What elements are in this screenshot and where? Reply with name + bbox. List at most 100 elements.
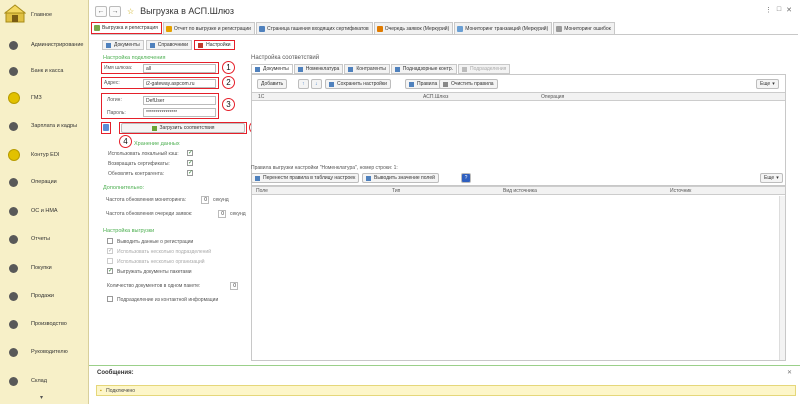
sidebar-item-bank[interactable]: Банк и касса: [0, 59, 89, 83]
move-down-button[interactable]: ↓: [311, 79, 322, 89]
sidebar-item-admin[interactable]: Администрирование: [0, 33, 89, 57]
sidebar-item-warehouse[interactable]: Склад: [0, 369, 89, 393]
return-certs-label: Возвращать сертификаты:: [108, 161, 170, 167]
output-values-button[interactable]: Выводить значение полей: [362, 173, 439, 183]
tab-label: Выгрузка и регистрация: [102, 25, 158, 31]
division-contact-checkbox[interactable]: [107, 296, 113, 302]
multiple-orgs-checkbox[interactable]: [107, 258, 113, 264]
tab-upload-registration[interactable]: Выгрузка и регистрация: [91, 22, 162, 34]
sidebar-item-assets[interactable]: ОС и НМА: [0, 199, 89, 223]
storage-title: Хранение данных: [134, 141, 180, 147]
subtab-settings[interactable]: Настройки: [194, 40, 235, 50]
local-cache-checkbox[interactable]: ✓: [187, 150, 193, 156]
rules-button[interactable]: Правила: [405, 79, 442, 89]
error-monitor-icon: [556, 25, 563, 32]
chevron-down-icon[interactable]: ▾: [40, 394, 43, 401]
help-button[interactable]: ?: [461, 173, 471, 183]
back-button[interactable]: ←: [95, 5, 107, 17]
load-mappings-button[interactable]: Загрузить соответствия: [121, 123, 245, 133]
documents-icon: [255, 66, 260, 72]
batch-count-label: Количество документов в одном пакете:: [107, 283, 201, 289]
button-label: Правила: [417, 81, 438, 87]
mapping-tab-supervised[interactable]: Поднадзорные контр.: [390, 64, 458, 74]
sidebar-item-operations[interactable]: Операции: [0, 170, 89, 194]
sidebar-item-edi[interactable]: Контур EDI: [0, 143, 89, 167]
button-label: Очистить правила: [451, 81, 494, 87]
supervised-icon: [394, 66, 400, 72]
monitor-icon: [457, 25, 464, 32]
tab-request-queue[interactable]: Очередь заявок (Меркурий): [373, 22, 454, 34]
local-cache-label: Использовать локальный кэш:: [108, 151, 179, 157]
mapping-tab-contractors[interactable]: Контрагенты: [344, 64, 390, 74]
add-button[interactable]: Добавить: [257, 79, 288, 89]
batch-count-input[interactable]: 0: [230, 282, 238, 290]
gmz-icon: [8, 92, 20, 104]
multiple-divisions-checkbox[interactable]: ✓: [107, 248, 113, 254]
password-input[interactable]: ****************: [143, 108, 216, 117]
mapping-tab-divisions[interactable]: Подразделения: [458, 64, 511, 74]
update-contractor-label: Обновлять контрагента:: [108, 171, 165, 177]
sidebar-item-production[interactable]: Производство: [0, 312, 89, 336]
monitor-freq-input[interactable]: 0: [201, 196, 209, 204]
sidebar-item-reports[interactable]: Отчеты: [0, 227, 89, 251]
return-certs-checkbox[interactable]: ✓: [187, 160, 193, 166]
connect-icon[interactable]: [103, 124, 109, 131]
multiple-orgs-label: Использовать несколько организаций: [117, 259, 205, 265]
sidebar-item-label: Главное: [31, 12, 53, 18]
tab-upload-report[interactable]: Отчет по выгрузке и регистрации: [162, 22, 255, 34]
rules-scrollbar[interactable]: [779, 196, 785, 360]
nomenclature-icon: [297, 66, 303, 72]
close-icon[interactable]: ✕: [786, 6, 792, 14]
message-line[interactable]: ▪ Подключено: [96, 385, 796, 396]
forward-button[interactable]: →: [109, 5, 121, 17]
messages-panel: Сообщения: ✕ ▪ Подключено: [89, 365, 800, 404]
batch-upload-checkbox[interactable]: ✓: [107, 268, 113, 274]
sidebar-item-label: Зарплата и кадры: [31, 123, 78, 129]
move-rules-button[interactable]: Перенести правила в таблицу настроек: [251, 173, 360, 183]
sidebar-item-salary[interactable]: Зарплата и кадры: [0, 114, 89, 138]
registration-data-checkbox[interactable]: [107, 238, 113, 244]
tab-label: Документы: [263, 66, 289, 72]
mapping-tab-documents[interactable]: Документы: [251, 64, 293, 74]
subtab-references[interactable]: Справочники: [145, 40, 193, 50]
queue-freq-input[interactable]: 0: [218, 210, 226, 218]
sidebar-item-purchases[interactable]: Покупки: [0, 256, 89, 280]
clear-rules-button[interactable]: Очистить правила: [439, 79, 498, 89]
more-icon[interactable]: ⋮: [765, 6, 772, 14]
tab-transaction-monitor[interactable]: Мониторинг транзакций (Меркурий): [454, 22, 553, 34]
gateway-name-input[interactable]: all: [143, 64, 216, 73]
save-icon: [329, 81, 334, 87]
subtab-documents[interactable]: Документы: [102, 40, 144, 50]
maximize-icon[interactable]: □: [777, 6, 781, 14]
references-icon: [149, 42, 155, 48]
tab-certificates[interactable]: Страница гашения входящих сертификатов: [255, 22, 373, 34]
update-contractor-checkbox[interactable]: ✓: [187, 170, 193, 176]
save-settings-button[interactable]: Сохранить настройки: [325, 79, 391, 89]
sales-icon: [9, 291, 18, 301]
tab-label: Мониторинг ошибок: [564, 25, 611, 32]
sidebar-item-label: Производство: [31, 321, 67, 327]
button-label: Выводить значение полей: [374, 175, 435, 181]
sidebar-item-manager[interactable]: Руководителю: [0, 340, 89, 364]
main-area: ← → ☆ Выгрузка в АСП.Шлюз ⋮ □ ✕ Выгрузка…: [89, 0, 800, 404]
window-tools: ⋮ □ ✕: [765, 6, 792, 14]
chevron-down-icon: ▾: [776, 175, 779, 181]
app-window: Главное Администрирование Банк и касса Г…: [0, 0, 800, 404]
gateway-name-label: Имя шлюза:: [104, 65, 133, 71]
star-icon[interactable]: ☆: [127, 7, 134, 16]
more-button[interactable]: Еще ▾: [756, 79, 779, 89]
rules-more-button[interactable]: Еще ▾: [760, 173, 783, 183]
sidebar-item-label: ОС и НМА: [31, 208, 58, 214]
close-icon[interactable]: ✕: [787, 369, 792, 376]
sidebar-item-sales[interactable]: Продажи: [0, 284, 89, 308]
sidebar-item-main[interactable]: Главное: [0, 3, 89, 27]
annotation-3: 3: [222, 98, 235, 111]
subtab-label: Документы: [114, 42, 140, 48]
sidebar-item-gmz[interactable]: ГМЗ: [0, 86, 89, 110]
move-up-button[interactable]: ↑: [298, 79, 309, 89]
sidebar-item-label: Руководителю: [31, 349, 68, 355]
login-input[interactable]: DefUser: [143, 96, 216, 105]
address-input[interactable]: i2-gateway.aspcom.ru: [143, 79, 216, 88]
mapping-tab-nomenclature[interactable]: Номенклатура: [293, 64, 344, 74]
tab-error-monitor[interactable]: Мониторинг ошибок: [553, 22, 615, 34]
